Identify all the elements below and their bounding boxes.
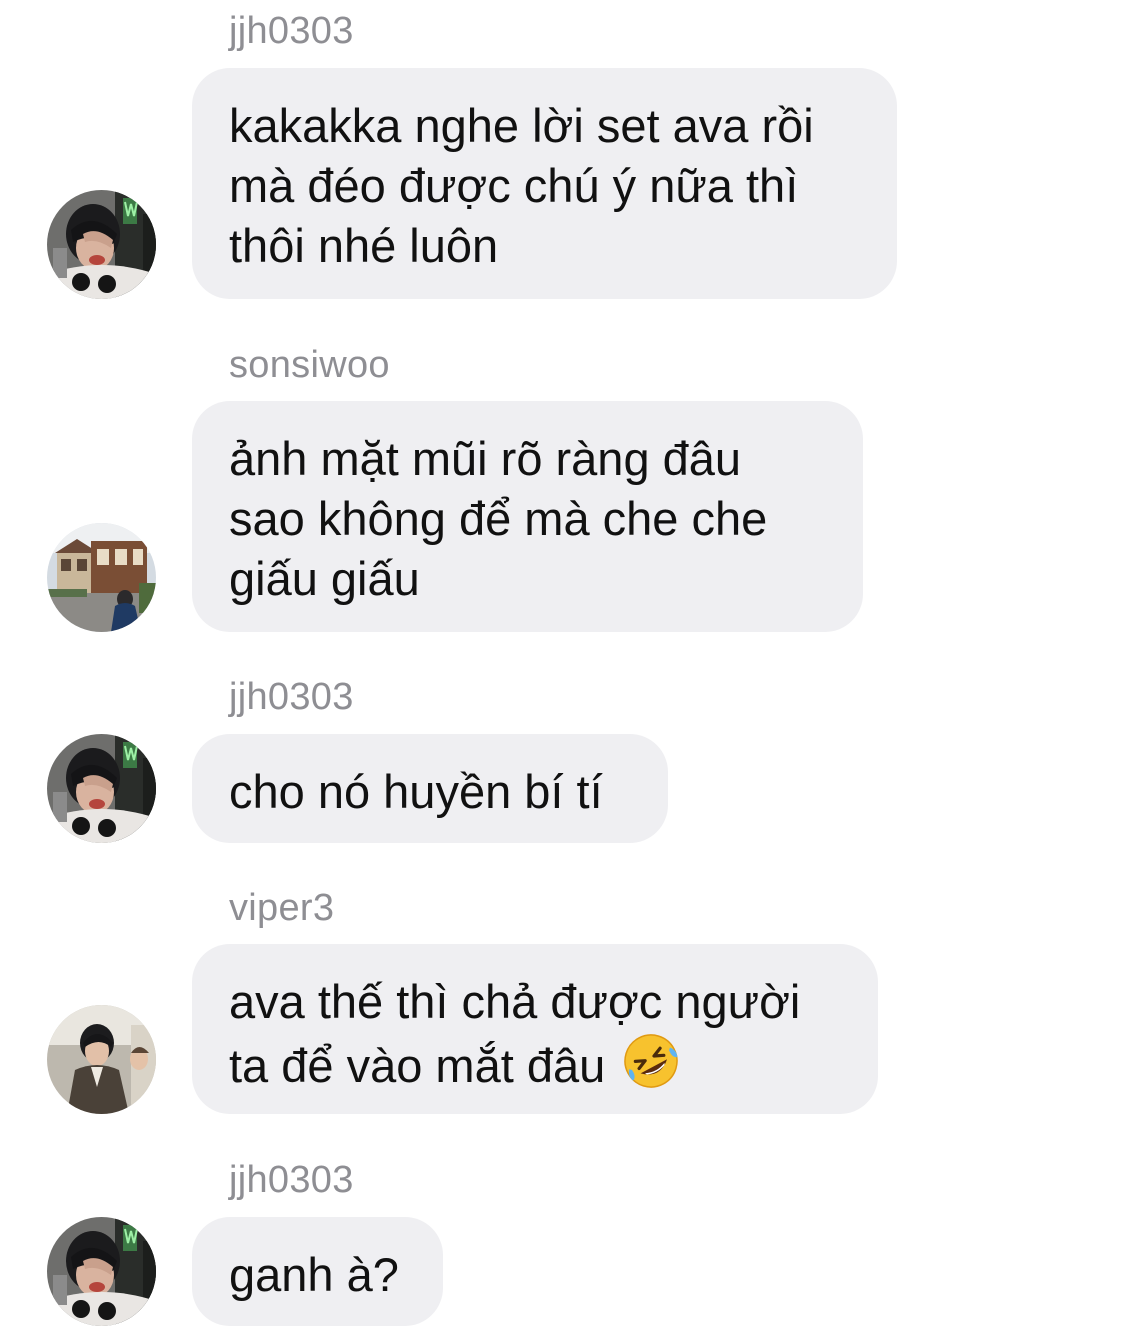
- message-text-line: giấu giấu: [229, 552, 420, 605]
- user-jjh0303-avatar[interactable]: [47, 190, 156, 299]
- message-bubble[interactable]: ava thế thì chả được người ta để vào mắt…: [192, 944, 878, 1114]
- message-text-line-with-emoji: ta để vào mắt đâu: [229, 1032, 842, 1096]
- user-sonsiwoo-avatar[interactable]: [47, 523, 156, 632]
- message-bubble[interactable]: cho nó huyền bí tí: [192, 734, 668, 843]
- message-text-line: ganh à?: [229, 1248, 399, 1301]
- message-bubble[interactable]: ganh à?: [192, 1217, 443, 1326]
- user-viper3-avatar[interactable]: [47, 1005, 156, 1114]
- sender-name[interactable]: jjh0303: [229, 1158, 354, 1202]
- message-bubble[interactable]: ảnh mặt mũi rõ ràng đâu sao không để mà …: [192, 401, 863, 632]
- user-jjh0303-avatar[interactable]: [47, 734, 156, 843]
- message-text-line: cho nó huyền bí tí: [229, 765, 603, 818]
- message-text-line: ta để vào mắt đâu: [229, 1039, 606, 1092]
- message-text-line: sao không để mà che che: [229, 492, 768, 545]
- message-bubble[interactable]: kakakka nghe lời set ava rồi mà đéo được…: [192, 68, 897, 299]
- message-text-line: mà đéo được chú ý nữa thì: [229, 159, 799, 212]
- sender-name[interactable]: sonsiwoo: [229, 343, 390, 387]
- message-text-line: kakakka nghe lời set ava rồi: [229, 99, 814, 152]
- sender-name[interactable]: viper3: [229, 886, 334, 930]
- message-text-line: ava thế thì chả được người: [229, 975, 801, 1028]
- rolling-on-floor-laughing-emoji-icon: [624, 1034, 679, 1088]
- message-text-line: thôi nhé luôn: [229, 219, 499, 272]
- message-thread: jjh0303 kakakka nghe lời set ava rồi mà …: [0, 0, 1125, 1329]
- sender-name[interactable]: jjh0303: [229, 9, 354, 53]
- user-jjh0303-avatar[interactable]: [47, 1217, 156, 1326]
- message-text-line: ảnh mặt mũi rõ ràng đâu: [229, 432, 742, 485]
- sender-name[interactable]: jjh0303: [229, 675, 354, 719]
